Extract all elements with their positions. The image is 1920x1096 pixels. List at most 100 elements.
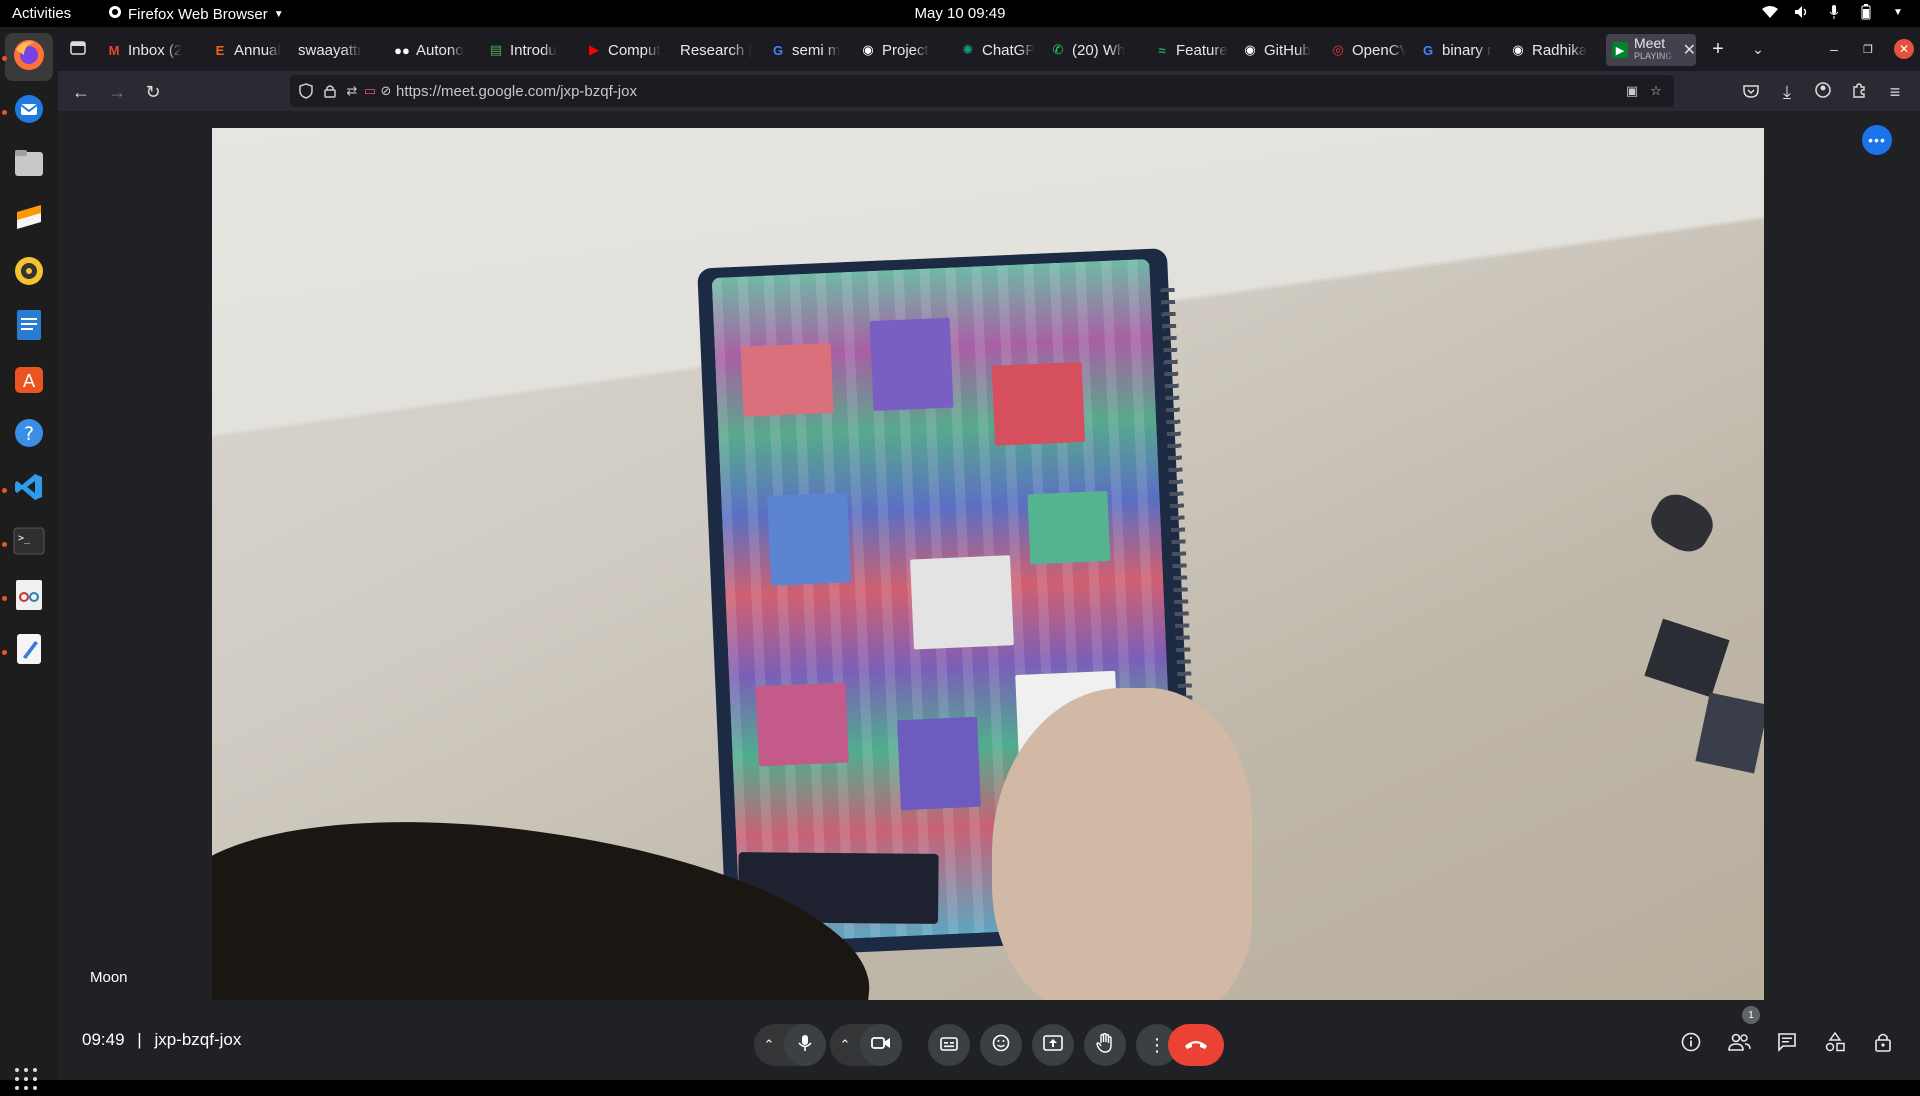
browser-tab[interactable]: M Inbox (2 — [100, 34, 196, 66]
reactions-button[interactable] — [980, 1024, 1022, 1066]
tab-overview-button[interactable] — [64, 35, 92, 63]
bookmark-star-icon[interactable]: ☆ — [1648, 83, 1664, 99]
restore-icon: ❐ — [1863, 43, 1873, 56]
tab-meet[interactable]: ▶ Meet PLAYING ✕ — [1606, 34, 1696, 66]
dock-image-viewer[interactable] — [5, 573, 53, 621]
minimize-icon: – — [1830, 41, 1838, 57]
emoji-icon — [992, 1034, 1010, 1057]
dock-writer[interactable] — [5, 303, 53, 351]
participant-video[interactable] — [212, 128, 1764, 1000]
dock-firefox[interactable] — [5, 33, 53, 81]
pocket-button[interactable] — [1738, 79, 1764, 105]
dock-thunderbird[interactable] — [5, 87, 53, 135]
downloads-button[interactable]: ⤓ — [1774, 79, 1800, 105]
microphone-blocked-icon[interactable]: ⊘ — [378, 83, 394, 99]
browser-tab[interactable]: Gbinary r — [1414, 34, 1496, 66]
camera-button[interactable] — [860, 1024, 902, 1066]
chevron-down-icon: ⌄ — [1752, 40, 1764, 57]
video-settings-chevron-icon[interactable]: ⌃ — [830, 1037, 860, 1053]
lock-person-icon — [1873, 1032, 1893, 1058]
browser-tab[interactable]: ✆ (20) Wh — [1044, 34, 1140, 66]
tab-playing-label: PLAYING — [1634, 51, 1673, 61]
camera-sharing-icon[interactable]: ▭ — [362, 83, 378, 99]
dock-text-editor[interactable] — [5, 627, 53, 675]
browser-tab[interactable]: ◉ Project — [854, 34, 946, 66]
browser-tab[interactable]: swaayattr — [292, 34, 382, 66]
system-tray[interactable]: ▼ — [1762, 4, 1906, 20]
new-tab-button[interactable]: + — [1704, 35, 1732, 63]
github-icon: ◉ — [1512, 42, 1524, 57]
tab-label: (20) Wh — [1072, 41, 1126, 59]
tracking-shield-icon[interactable] — [298, 83, 314, 99]
thunderbird-icon — [13, 93, 45, 130]
more-horizontal-icon: ••• — [1868, 132, 1886, 148]
tab-label: Introdu — [510, 41, 557, 59]
browser-tab[interactable]: ▤ Introdu — [482, 34, 572, 66]
clock[interactable]: May 10 09:49 — [915, 5, 1006, 22]
close-tab-icon[interactable]: ✕ — [1683, 40, 1696, 60]
meet-page: Moon ••• 09:49 | jxp-bzqf-jox ⌃ ⌃ ⋮ 1 — [58, 111, 1920, 1080]
more-options-fab[interactable]: ••• — [1862, 125, 1892, 155]
download-icon: ⤓ — [1783, 81, 1791, 102]
activities-button-meet[interactable] — [1820, 1030, 1850, 1060]
host-controls-button[interactable] — [1868, 1030, 1898, 1060]
tab-label: OpenCV — [1352, 41, 1406, 59]
browser-tab[interactable]: ✺ ChatGP — [954, 34, 1036, 66]
browser-tab[interactable]: Gsemi m — [764, 34, 846, 66]
reload-button[interactable]: ↻ — [140, 79, 166, 105]
audio-settings-chevron-icon[interactable]: ⌃ — [754, 1037, 784, 1053]
show-applications-button[interactable] — [14, 1067, 38, 1096]
browser-tab[interactable]: ◉ GitHub — [1236, 34, 1316, 66]
microphone-button[interactable] — [784, 1024, 826, 1066]
puzzle-icon — [1851, 82, 1867, 103]
forward-button[interactable]: → — [104, 79, 130, 105]
browser-tab[interactable]: ▶ Comput — [580, 34, 666, 66]
close-window-button[interactable]: ✕ — [1894, 39, 1914, 59]
raise-hand-button[interactable] — [1084, 1024, 1126, 1066]
url-text[interactable]: https://meet.google.com/jxp-bzqf-jox — [396, 83, 637, 100]
closed-captions-icon — [940, 1035, 958, 1056]
back-button[interactable]: ← — [68, 79, 94, 105]
people-button[interactable] — [1724, 1030, 1754, 1060]
rhythmbox-icon — [13, 255, 45, 292]
reader-view-icon[interactable]: ▣ — [1624, 83, 1640, 99]
dock-files[interactable] — [5, 141, 53, 189]
app-name: Firefox Web Browser — [128, 5, 268, 23]
dock-sublime-merge[interactable] — [5, 195, 53, 243]
tab-label: Radhika — [1532, 41, 1588, 59]
plus-icon: + — [1712, 37, 1724, 60]
activities-button[interactable]: Activities — [12, 5, 71, 22]
restore-button[interactable]: ❐ — [1854, 35, 1882, 63]
browser-tab[interactable]: Research | — [674, 34, 756, 66]
present-screen-button[interactable] — [1032, 1024, 1074, 1066]
back-arrow-icon: ← — [72, 81, 90, 102]
app-menu[interactable]: Firefox Web Browser ▼ — [108, 5, 284, 23]
lock-icon[interactable] — [322, 83, 338, 99]
dock-app-center[interactable]: A — [5, 357, 53, 405]
browser-tab[interactable]: E Annual — [206, 34, 286, 66]
minimize-button[interactable]: – — [1820, 35, 1848, 63]
address-bar[interactable]: ⇄ ▭ ⊘ https://meet.google.com/jxp-bzqf-j… — [290, 75, 1674, 107]
power-menu-chevron-icon: ▼ — [1893, 6, 1903, 18]
browser-tab[interactable]: ≈ Feature — [1148, 34, 1228, 66]
permissions-icon[interactable]: ⇄ — [344, 83, 360, 99]
navigation-toolbar: ← → ↻ ⇄ ▭ ⊘ https://meet.google.com/jxp-… — [58, 71, 1920, 111]
app-menu-button[interactable]: ≡ — [1882, 79, 1908, 105]
captions-button[interactable] — [928, 1024, 970, 1066]
dock-terminal[interactable]: >_ — [5, 519, 53, 567]
chat-button[interactable] — [1772, 1030, 1802, 1060]
camera-icon — [871, 1035, 891, 1055]
account-button[interactable] — [1810, 79, 1836, 105]
browser-tab[interactable]: ◉ Radhika — [1504, 34, 1594, 66]
leave-call-button[interactable] — [1168, 1024, 1224, 1066]
dock-vscode[interactable] — [5, 465, 53, 513]
meeting-details-button[interactable] — [1676, 1030, 1706, 1060]
pocket-icon — [1743, 82, 1759, 103]
extensions-button[interactable] — [1846, 79, 1872, 105]
tab-label: semi m — [792, 41, 841, 59]
tab-list-button[interactable]: ⌄ — [1744, 35, 1772, 63]
browser-tab[interactable]: ◎ OpenCV — [1324, 34, 1406, 66]
dock-rhythmbox[interactable] — [5, 249, 53, 297]
browser-tab[interactable]: ●● Autono — [388, 34, 474, 66]
dock-help[interactable]: ? — [5, 411, 53, 459]
